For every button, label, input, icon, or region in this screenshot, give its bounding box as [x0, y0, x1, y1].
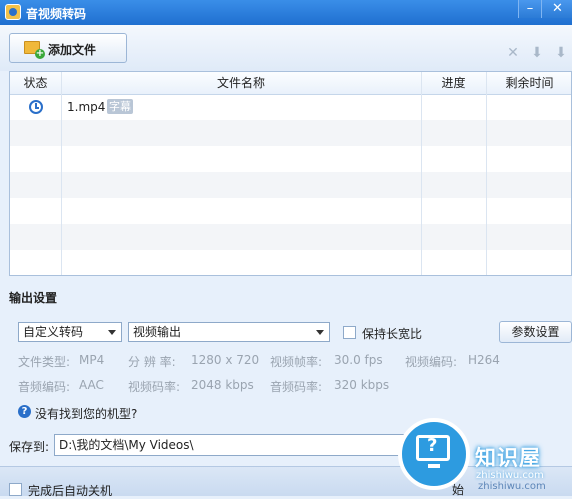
table-row[interactable]: 1.mp4 字幕 — [10, 94, 571, 120]
column-header-progress[interactable]: 进度 — [421, 72, 486, 94]
delete-icon[interactable]: ✕ — [505, 45, 521, 61]
clock-icon — [29, 100, 43, 114]
auto-shutdown-checkbox[interactable] — [9, 483, 22, 496]
file-type-label: 文件类型: — [18, 355, 71, 369]
audio-bitrate-value: 320 kbps — [334, 378, 390, 392]
close-button[interactable]: ✕ — [541, 0, 572, 18]
chevron-down-icon — [108, 330, 116, 335]
video-bitrate-value: 2048 kbps — [191, 378, 254, 392]
add-file-label: 添加文件 — [48, 43, 97, 57]
question-icon: ? — [427, 435, 438, 456]
column-header-remaining-time[interactable]: 剩余时间 — [486, 72, 571, 94]
output-settings-title: 输出设置 — [9, 291, 58, 305]
audio-codec-value: AAC — [79, 378, 104, 392]
file-type-value: MP4 — [79, 353, 105, 367]
file-table: 状态 文件名称 进度 剩余时间 1.mp4 字幕 — [9, 71, 572, 276]
format-value: 视频输出 — [133, 325, 182, 339]
move-bottom-icon[interactable]: ⬇ — [553, 45, 569, 61]
preset-select[interactable]: 自定义转码 — [18, 322, 122, 342]
keep-ratio-checkbox[interactable] — [343, 326, 356, 339]
video-bitrate-label: 视频码率: — [128, 380, 181, 394]
auto-shutdown-label: 完成后自动关机 — [28, 484, 113, 498]
resolution-value: 1280 x 720 — [191, 353, 260, 367]
format-select[interactable]: 视频输出 — [128, 322, 330, 342]
watermark-url: zhishiwu.com — [478, 481, 546, 492]
watermark-domain: zhishiwu.com — [476, 470, 544, 481]
subtitle-badge[interactable]: 字幕 — [107, 99, 133, 114]
minimize-button[interactable]: – — [518, 0, 541, 18]
file-name: 1.mp4 — [67, 100, 106, 114]
resolution-label: 分 辨 率: — [128, 355, 176, 369]
title-bar: 音视频转码 – ✕ — [0, 0, 572, 25]
table-header: 状态 文件名称 进度 剩余时间 — [10, 72, 571, 95]
move-down-icon[interactable]: ⬇ — [529, 45, 545, 61]
chevron-down-icon — [316, 330, 324, 335]
watermark-brand: 知识屋 — [475, 446, 541, 470]
keep-ratio-label: 保持长宽比 — [362, 327, 423, 341]
column-header-filename[interactable]: 文件名称 — [61, 72, 421, 94]
add-file-icon — [24, 41, 45, 59]
params-button[interactable]: 参数设置 — [499, 321, 572, 343]
video-codec-value: H264 — [468, 353, 500, 367]
video-codec-label: 视频编码: — [405, 355, 458, 369]
app-icon — [5, 4, 21, 20]
save-path-input[interactable]: D:\我的文档\My Videos\ — [54, 434, 409, 456]
audio-codec-label: 音频编码: — [18, 380, 71, 394]
window-title: 音视频转码 — [26, 7, 87, 21]
device-not-found-link[interactable]: 没有找到您的机型? — [35, 405, 137, 422]
framerate-value: 30.0 fps — [334, 353, 383, 367]
column-header-status[interactable]: 状态 — [10, 72, 61, 94]
add-file-button[interactable]: 添加文件 — [9, 33, 127, 63]
save-to-label: 保存到: — [9, 440, 50, 454]
toolbar: 添加文件 ✕ ⬇ ⬇ — [0, 25, 572, 71]
help-icon[interactable]: ? — [18, 405, 31, 418]
audio-bitrate-label: 音频码率: — [270, 380, 323, 394]
preset-value: 自定义转码 — [23, 325, 84, 339]
framerate-label: 视频帧率: — [270, 355, 323, 369]
